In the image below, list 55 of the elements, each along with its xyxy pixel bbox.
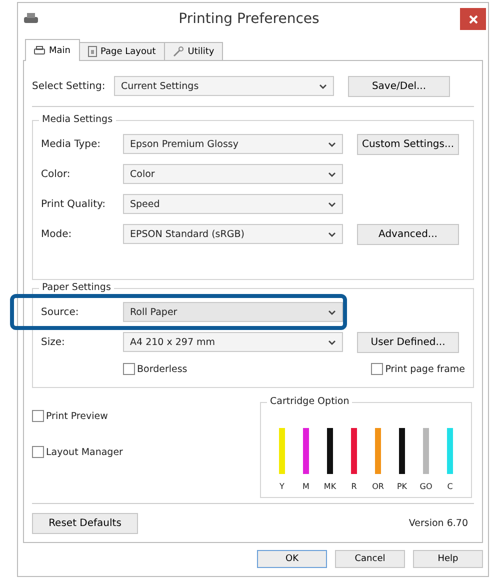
group-title: Paper Settings [39,282,114,293]
checkbox[interactable]: Borderless [123,363,188,375]
ink-label: R [351,482,357,491]
caret-icon [328,232,336,236]
ink-label: M [302,482,310,491]
caret-icon [328,340,336,344]
dropdown[interactable]: A4 210 x 297 mm [123,332,343,352]
caret-icon [328,202,336,206]
dropdown[interactable]: Color [123,164,343,184]
printer-icon [24,13,38,25]
dialog-button[interactable]: Cancel [335,550,405,568]
checkbox[interactable]: Print page frame [371,363,465,375]
printer-icon [34,46,45,55]
save-button[interactable]: Save/Del... [348,76,450,96]
dropdown[interactable]: Speed [123,194,343,214]
field-label: Mode: [41,228,73,240]
ink-label: OR [372,482,384,491]
settings-button[interactable]: User Defined... [357,332,459,352]
caret-icon [328,142,336,146]
dropdown[interactable]: Roll Paper [123,302,343,322]
field-label: Color: [41,168,72,180]
version-text: Version 6.70 [408,518,468,529]
close-icon [468,14,478,24]
ink-label: GO [420,482,432,491]
dropdown[interactable]: Epson Premium Glossy [123,134,343,154]
checkbox[interactable]: Layout Manager [32,446,123,458]
caret-icon [328,172,336,176]
dropdown[interactable]: EPSON Standard (sRGB) [123,224,343,244]
ink-label: C [447,482,453,491]
field-label: Select Setting: [32,80,106,92]
checkbox[interactable]: Print Preview [32,410,123,422]
tab[interactable]: Page Layout [78,42,165,61]
group-title: Cartridge Option [267,396,352,407]
field-label: Print Quality: [41,198,107,210]
ink-label: MK [324,482,336,491]
caret-icon [319,84,327,88]
caret-icon [328,310,336,314]
tab[interactable]: Utility [164,42,224,61]
dropdown[interactable]: Current Settings [114,76,334,96]
settings-button[interactable]: Advanced... [357,224,459,244]
wrench-icon [172,46,184,57]
page-icon [88,46,96,57]
field-label: Size: [41,336,66,348]
window-title: Printing Preferences [178,11,320,27]
settings-button[interactable]: Custom Settings... [357,134,459,154]
close-button[interactable] [460,8,486,30]
ink-label: PK [396,482,408,491]
reset-button[interactable]: Reset Defaults [32,513,138,534]
dialog-button[interactable]: OK [257,550,327,568]
ink-label: Y [280,482,284,491]
dialog-button[interactable]: Help [413,550,483,568]
field-label: Source: [41,306,80,318]
group-title: Media Settings [39,114,116,125]
tab[interactable]: Main [25,39,80,61]
field-label: Media Type: [41,138,102,150]
